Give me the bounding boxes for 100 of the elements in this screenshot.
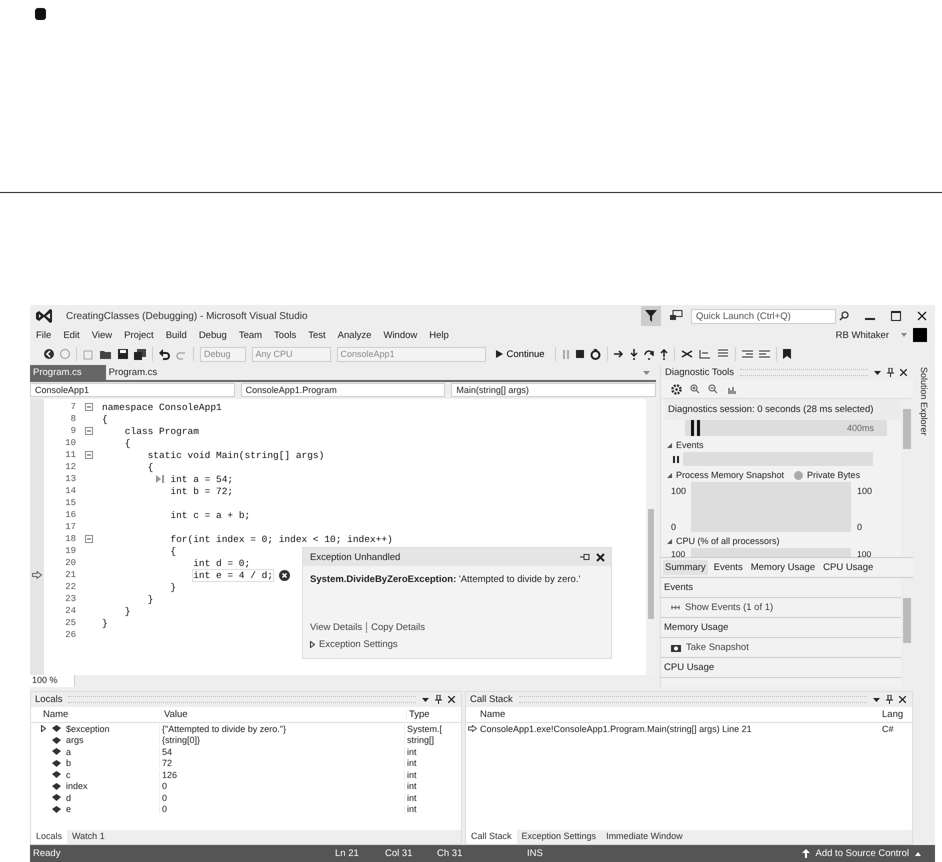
axis-label: 0: [671, 522, 678, 532]
caret-icon[interactable]: [874, 370, 881, 374]
summary-link[interactable]: Show Events (1 of 1): [685, 602, 774, 613]
collapse-icon[interactable]: [85, 535, 93, 543]
tab[interactable]: Memory Usage: [748, 560, 818, 575]
settings-icon[interactable]: [671, 384, 682, 394]
column-header[interactable]: Name: [466, 709, 882, 720]
step-over-icon[interactable]: [644, 348, 654, 360]
menu-item[interactable]: Help: [429, 330, 449, 340]
section-label[interactable]: Process Memory Snapshot: [676, 470, 784, 480]
document-tab[interactable]: Program.cs: [30, 365, 106, 380]
menu-item[interactable]: Analyze: [338, 330, 372, 340]
tab[interactable]: Immediate Window: [601, 830, 688, 844]
caret-icon[interactable]: [422, 698, 429, 702]
menu-item[interactable]: Project: [124, 330, 154, 340]
collapse-icon[interactable]: [85, 427, 93, 435]
drag-grip[interactable]: [68, 696, 416, 703]
user-name[interactable]: RB Whitaker: [836, 330, 889, 340]
section-label[interactable]: CPU (% of all processors): [676, 536, 780, 546]
restart-icon[interactable]: [590, 348, 601, 360]
bookmark-icon[interactable]: [782, 349, 791, 359]
save-icon[interactable]: [118, 349, 128, 359]
pin-icon[interactable]: [887, 368, 894, 377]
arrow-right-icon[interactable]: [614, 350, 624, 358]
tab[interactable]: Summary: [663, 560, 708, 575]
expand-icon[interactable]: [41, 725, 46, 732]
tab[interactable]: Watch 1: [67, 830, 110, 844]
type-dropdown[interactable]: ConsoleApp1.Program: [240, 383, 446, 397]
feedback-icon[interactable]: [669, 310, 683, 322]
menu-item[interactable]: Debug: [198, 330, 227, 340]
close-button[interactable]: [917, 311, 927, 321]
line-number: 9: [70, 426, 76, 436]
back-icon[interactable]: [44, 349, 54, 359]
quick-launch-field[interactable]: Quick Launch (Ctrl+Q): [691, 308, 836, 324]
table-cell: 126: [159, 770, 404, 780]
open-folder-icon[interactable]: [100, 349, 112, 359]
list-icon[interactable]: [716, 349, 729, 359]
step-into-icon[interactable]: [630, 348, 638, 360]
close-icon[interactable]: [596, 552, 605, 562]
menu-item[interactable]: Build: [166, 330, 187, 340]
column-header[interactable]: Lang: [882, 709, 912, 720]
member-dropdown[interactable]: Main(string[] args): [451, 383, 656, 397]
pin-icon[interactable]: [435, 695, 442, 704]
section-label[interactable]: Events: [676, 440, 704, 450]
expand-icon[interactable]: [310, 641, 315, 648]
column-header[interactable]: Type: [406, 709, 461, 720]
tab[interactable]: Events: [712, 560, 745, 575]
popup-link[interactable]: Copy Details: [371, 622, 425, 633]
column-header[interactable]: Name: [31, 709, 161, 720]
outdent-icon[interactable]: [758, 350, 770, 358]
maximize-button[interactable]: [891, 311, 901, 321]
pin-icon[interactable]: [580, 554, 590, 560]
document-tab[interactable]: Program.cs: [106, 365, 182, 380]
project-dropdown[interactable]: ConsoleApp1: [30, 383, 235, 397]
close-icon[interactable]: [900, 369, 907, 376]
tab[interactable]: Exception Settings: [516, 830, 602, 844]
thread-icon[interactable]: [698, 349, 711, 359]
zoom-out-icon[interactable]: [708, 384, 718, 394]
filter-button[interactable]: [641, 306, 661, 326]
source-control-button[interactable]: Add to Source Control: [802, 848, 921, 859]
menu-item[interactable]: View: [92, 330, 112, 340]
side-tab[interactable]: Solution Explorer: [919, 367, 929, 436]
zoom-dropdown[interactable]: 100 %: [30, 675, 75, 687]
summary-link[interactable]: Take Snapshot: [686, 642, 749, 653]
menu-item[interactable]: Edit: [63, 330, 80, 340]
indent-icon[interactable]: [742, 350, 753, 358]
run-to-click-icon[interactable]: [156, 475, 164, 483]
menu-item[interactable]: File: [36, 330, 52, 340]
save-all-icon[interactable]: [134, 348, 146, 360]
exception-settings-link[interactable]: Exception Settings: [319, 639, 398, 650]
collapse-icon[interactable]: [85, 451, 93, 459]
continue-button[interactable]: Continue: [492, 348, 549, 360]
scrollbar[interactable]: [901, 399, 913, 557]
menu-item[interactable]: Window: [383, 330, 418, 340]
popup-link[interactable]: View Details: [310, 622, 362, 633]
session-info: Diagnostics session: 0 seconds (28 ms selected): [665, 399, 901, 420]
zoom-in-icon[interactable]: [690, 384, 700, 394]
menu-item[interactable]: Team: [238, 330, 262, 340]
step-out-icon[interactable]: [660, 348, 668, 360]
code-line: for(int index = 0; index < 10; index++): [170, 534, 393, 544]
chart-icon[interactable]: [726, 384, 736, 394]
tab[interactable]: CPU Usage: [821, 560, 876, 575]
timeline-ruler[interactable]: 400ms: [685, 420, 887, 436]
menu-item[interactable]: Tools: [274, 330, 296, 340]
tab[interactable]: Call Stack: [466, 830, 517, 844]
tab[interactable]: Locals: [31, 830, 68, 844]
pin-icon[interactable]: [886, 695, 893, 704]
drag-grip[interactable]: [740, 369, 868, 376]
drag-grip[interactable]: [518, 696, 867, 703]
menu-item[interactable]: Test: [308, 330, 326, 340]
column-header[interactable]: Value: [161, 709, 406, 720]
hex-icon[interactable]: [680, 349, 693, 359]
collapse-icon[interactable]: [85, 403, 93, 411]
undo-icon[interactable]: [159, 348, 170, 360]
stop-icon[interactable]: [576, 350, 584, 358]
close-icon[interactable]: [899, 696, 906, 703]
close-icon[interactable]: [448, 696, 455, 703]
caret-icon[interactable]: [873, 698, 880, 702]
status-text: Ready: [33, 848, 62, 859]
caret-icon: [915, 852, 921, 856]
